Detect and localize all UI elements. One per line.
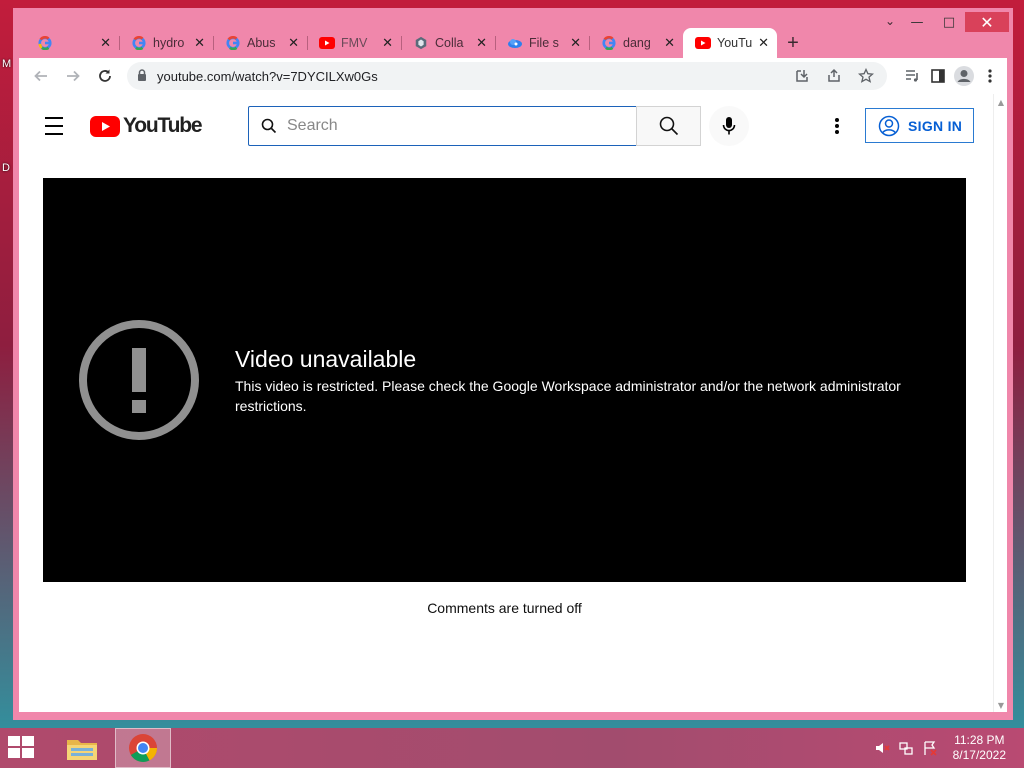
tab-8-active[interactable]: YouTu ✕ xyxy=(683,28,777,58)
desktop-label-m: M xyxy=(2,58,12,70)
cloud-icon xyxy=(507,35,523,51)
microphone-icon xyxy=(722,117,736,135)
tab-close-icon[interactable]: ✕ xyxy=(570,36,581,51)
tab-title: Colla xyxy=(435,36,464,50)
tab-6[interactable]: File s ✕ xyxy=(495,28,589,58)
youtube-header: YouTube SIGN IN xyxy=(19,94,993,158)
file-explorer-icon[interactable] xyxy=(54,728,110,768)
clock-date: 8/17/2022 xyxy=(952,748,1006,762)
youtube-logo-text: YouTube xyxy=(123,114,203,137)
hamburger-menu-icon[interactable] xyxy=(39,114,69,138)
side-panel-icon[interactable] xyxy=(927,65,949,87)
search-icon xyxy=(659,116,678,136)
tab-search-icon[interactable]: ⌄ xyxy=(885,14,895,28)
arrow-left-icon xyxy=(34,70,47,82)
comments-status: Comments are turned off xyxy=(427,600,582,616)
tab-close-icon[interactable]: ✕ xyxy=(476,36,487,51)
tab-1[interactable]: ✕ xyxy=(25,28,119,58)
youtube-icon xyxy=(695,35,711,51)
tab-close-icon[interactable]: ✕ xyxy=(100,36,111,51)
system-tray xyxy=(874,740,938,756)
tab-title: FMV xyxy=(341,36,368,50)
share-icon[interactable] xyxy=(823,65,845,87)
kebab-menu-icon[interactable] xyxy=(979,65,1001,87)
address-bar[interactable]: youtube.com/watch?v=7DYCILXw0Gs xyxy=(127,62,887,90)
page-viewport: YouTube SIGN IN xyxy=(19,94,1007,712)
install-app-icon[interactable] xyxy=(791,65,813,87)
tab-5[interactable]: Colla ✕ xyxy=(401,28,495,58)
new-tab-button[interactable]: + xyxy=(777,28,809,58)
settings-more-icon[interactable] xyxy=(825,114,849,138)
tab-strip: ✕ hydro ✕ Abus ✕ FMV ✕ Colla ✕ File s ✕ … xyxy=(25,28,1013,58)
error-message: This video is restricted. Please check t… xyxy=(235,378,901,414)
start-button[interactable] xyxy=(8,736,38,760)
back-button[interactable] xyxy=(25,62,57,90)
system-clock[interactable]: 11:28 PM 8/17/2022 xyxy=(953,733,1006,763)
search-input[interactable] xyxy=(287,117,636,135)
tab-3[interactable]: Abus ✕ xyxy=(213,28,307,58)
scroll-down-icon[interactable]: ▼ xyxy=(998,701,1004,710)
reload-icon xyxy=(99,69,111,82)
scroll-up-icon[interactable]: ▲ xyxy=(998,98,1004,107)
arrow-right-icon xyxy=(67,70,80,82)
collab-icon xyxy=(413,35,429,51)
youtube-icon xyxy=(319,35,335,51)
tab-title: Abus xyxy=(247,36,276,50)
search-icon xyxy=(261,118,277,134)
google-icon xyxy=(601,35,617,51)
forward-button[interactable] xyxy=(57,62,89,90)
tab-close-icon[interactable]: ✕ xyxy=(664,36,675,51)
search-box[interactable] xyxy=(248,106,637,146)
tab-4[interactable]: FMV ✕ xyxy=(307,28,401,58)
youtube-logo[interactable]: YouTube xyxy=(90,114,203,138)
profile-avatar-icon[interactable] xyxy=(953,65,975,87)
chrome-taskbar-icon[interactable] xyxy=(115,728,171,768)
page-scrollbar[interactable]: ▲ ▼ xyxy=(993,94,1007,712)
toolbar-actions xyxy=(893,65,1001,87)
url-text[interactable]: youtube.com/watch?v=7DYCILXw0Gs xyxy=(157,69,781,84)
desktop-label-d: D xyxy=(2,162,10,174)
google-icon xyxy=(131,35,147,51)
google-icon xyxy=(37,35,53,51)
sign-in-button[interactable]: SIGN IN xyxy=(865,108,974,143)
browser-toolbar: youtube.com/watch?v=7DYCILXw0Gs xyxy=(19,58,1007,94)
taskbar: 11:28 PM 8/17/2022 xyxy=(0,728,1024,768)
account-circle-icon xyxy=(878,115,900,136)
tab-title: dang xyxy=(623,36,651,50)
alert-circle-icon xyxy=(79,320,199,440)
sign-in-label: SIGN IN xyxy=(908,117,963,134)
tab-7[interactable]: dang ✕ xyxy=(589,28,683,58)
search-button[interactable] xyxy=(636,106,701,146)
tab-title: hydro xyxy=(153,36,185,50)
network-icon[interactable] xyxy=(898,740,914,756)
media-queue-icon[interactable] xyxy=(901,65,923,87)
voice-search-button[interactable] xyxy=(709,106,749,146)
tab-close-icon[interactable]: ✕ xyxy=(382,36,393,51)
tab-close-icon[interactable]: ✕ xyxy=(288,36,299,51)
tab-title: YouTu xyxy=(717,36,753,50)
bookmark-star-icon[interactable] xyxy=(855,65,877,87)
browser-window: — □ ✕ ✕ hydro ✕ Abus ✕ FMV ✕ Colla ✕ Fil… xyxy=(13,8,1013,720)
video-player[interactable]: Video unavailable This video is restrict… xyxy=(43,178,966,582)
lock-icon[interactable] xyxy=(137,68,147,84)
action-center-flag-icon[interactable] xyxy=(922,740,938,756)
tab-close-icon[interactable]: ✕ xyxy=(758,36,769,51)
tab-title: File s xyxy=(529,36,559,50)
google-icon xyxy=(225,35,241,51)
clock-time: 11:28 PM xyxy=(954,733,1005,747)
volume-muted-icon[interactable] xyxy=(874,740,890,756)
reload-button[interactable] xyxy=(89,62,121,90)
youtube-play-icon xyxy=(90,115,120,137)
tab-close-icon[interactable]: ✕ xyxy=(194,36,205,51)
error-title: Video unavailable xyxy=(235,346,417,372)
tab-2[interactable]: hydro ✕ xyxy=(119,28,213,58)
